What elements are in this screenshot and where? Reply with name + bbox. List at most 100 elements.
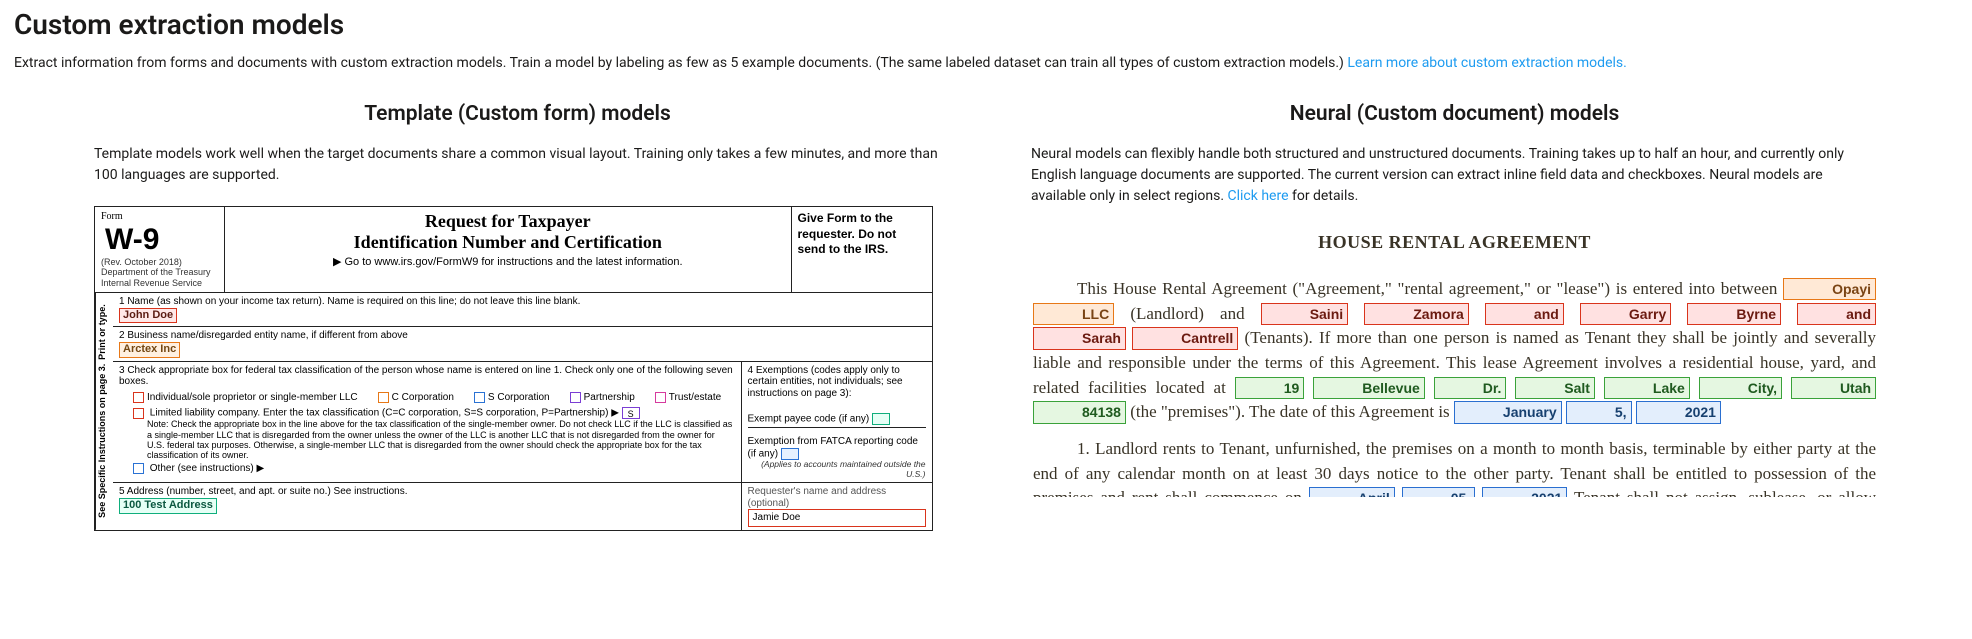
field-agreement-date: 2021 (1636, 401, 1721, 423)
lease-paragraph-2: 1. Landlord rents to Tenant, unfurnished… (1033, 437, 1876, 497)
field-address: 100 Test Address (119, 498, 217, 514)
w9-sidebar-text2: See Specific Instructions on page 3. (97, 364, 112, 518)
neural-desc-pre: Neural models can flexibly handle both s… (1031, 146, 1844, 204)
checkbox-icon (570, 392, 581, 403)
field-address: Salt (1515, 377, 1595, 399)
field-start-date: April (1309, 487, 1395, 497)
field-address: Lake (1604, 377, 1690, 399)
w9-row5: 5 Address (number, street, and apt. or s… (113, 483, 932, 530)
w9-row2-label: 2 Business name/disregarded entity name,… (119, 330, 926, 342)
page-title: Custom extraction models (14, 8, 1958, 41)
w9-checkbox-options: Individual/sole proprietor or single-mem… (133, 392, 735, 404)
w9-form-id: Form W-9 (Rev. October 2018) Department … (95, 207, 225, 292)
opt-llc-note: Note: Check the appropriate box in the l… (147, 419, 735, 460)
w9-row4-label: 4 Exemptions (codes apply only to certai… (748, 365, 926, 400)
checkbox-icon (133, 392, 144, 403)
lease-text: (the "premises"). The date of this Agree… (1130, 402, 1454, 421)
requester-label: Requester's name and address (optional) (748, 486, 926, 509)
form-revision: (Rev. October 2018) (101, 257, 218, 267)
click-here-link[interactable]: Click here (1228, 188, 1289, 204)
field-tenant: Garry (1580, 303, 1671, 325)
field-landlord: LLC (1033, 303, 1114, 325)
field-tenant-sep: and (1797, 303, 1876, 325)
field-tenant: Zamora (1364, 303, 1469, 325)
form-dept2: Internal Revenue Service (101, 278, 218, 288)
checkbox-icon (474, 392, 485, 403)
field-tenant: Saini (1261, 303, 1348, 325)
lease-paragraph-1: This House Rental Agreement ("Agreement,… (1033, 277, 1876, 425)
opt-other: Other (see instructions) ▶ (150, 463, 264, 474)
lease-heading: HOUSE RENTAL AGREEMENT (1033, 229, 1876, 255)
opt-partnership: Partnership (584, 392, 635, 403)
checkbox-icon (655, 392, 666, 403)
opt-llc: Limited liability company. Enter the tax… (150, 408, 619, 419)
w9-form-example: Form W-9 (Rev. October 2018) Department … (94, 206, 933, 531)
neural-models-column: Neural (Custom document) models Neural m… (1031, 102, 1878, 531)
form-label: Form (101, 211, 123, 222)
w9-main: 1 Name (as shown on your income tax retu… (113, 293, 932, 530)
field-landlord: Opayi (1783, 278, 1876, 300)
intro-paragraph: Extract information from forms and docum… (14, 53, 1958, 74)
field-start-date: 05, (1402, 487, 1475, 497)
field-address: Bellevue (1313, 377, 1425, 399)
checkbox-icon (133, 408, 144, 419)
field-address: Dr. (1434, 377, 1507, 399)
w9-goto: ▶ Go to www.irs.gov/FormW9 for instructi… (231, 256, 785, 269)
field-tenant-sep: and (1485, 303, 1564, 325)
w9-title: Request for Taxpayer Identification Numb… (225, 207, 792, 292)
field-tenant: Byrne (1687, 303, 1781, 325)
opt-ccorp: C Corporation (392, 392, 454, 403)
w9-body: See Specific Instructions on page 3. Pri… (95, 292, 932, 530)
field-address: 19 (1235, 377, 1305, 399)
field-address: City, (1699, 377, 1782, 399)
w9-row3-label: 3 Check appropriate box for federal tax … (119, 365, 735, 388)
w9-row3: 3 Check appropriate box for federal tax … (113, 362, 742, 483)
w9-row5-label: 5 Address (number, street, and apt. or s… (119, 486, 735, 498)
template-col-desc: Template models work well when the targe… (94, 144, 941, 186)
fatca-label: Exemption from FATCA reporting code (if … (748, 436, 918, 459)
field-llc-classification: S (622, 407, 640, 419)
field-fatca-code (781, 448, 799, 460)
checkbox-icon (378, 392, 389, 403)
template-models-column: Template (Custom form) models Template m… (94, 102, 941, 531)
lease-text: This House Rental Agreement ("Agreement,… (1077, 279, 1783, 298)
w9-title-line2: Identification Number and Certification (231, 232, 785, 253)
field-agreement-date: January (1454, 401, 1562, 423)
checkbox-icon (133, 463, 144, 474)
field-tenant: Cantrell (1132, 327, 1238, 349)
w9-row4: 4 Exemptions (codes apply only to certai… (742, 362, 932, 483)
form-number: W-9 (105, 223, 221, 258)
w9-give-instruction: Give Form to the requester. Do not send … (792, 207, 932, 292)
field-requester-name: Jamie Doe (748, 509, 926, 527)
neural-col-title: Neural (Custom document) models (1031, 102, 1878, 126)
lease-text: (Landlord) and (1130, 304, 1260, 323)
field-agreement-date: 5, (1566, 401, 1632, 423)
form-dept1: Department of the Treasury (101, 267, 218, 277)
w9-title-line1: Request for Taxpayer (231, 211, 785, 232)
opt-scorp: S Corporation (488, 392, 550, 403)
field-address: 84138 (1033, 401, 1126, 423)
fatca-note: (Applies to accounts maintained outside … (748, 460, 926, 480)
w9-row2: 2 Business name/disregarded entity name,… (113, 327, 932, 361)
exempt-payee-label: Exempt payee code (if any) (748, 414, 870, 425)
opt-individual: Individual/sole proprietor or single-mem… (147, 392, 358, 403)
field-address: Utah (1791, 377, 1876, 399)
intro-text: Extract information from forms and docum… (14, 55, 1347, 71)
w9-row3-4: 3 Check appropriate box for federal tax … (113, 362, 932, 484)
w9-row1-label: 1 Name (as shown on your income tax retu… (119, 296, 926, 308)
w9-sidebar-text1: Print or type. (97, 305, 112, 361)
field-business-name: Arctex Inc (119, 342, 180, 358)
neural-col-desc: Neural models can flexibly handle both s… (1031, 144, 1878, 207)
field-exempt-payee (872, 413, 890, 425)
lease-document-example: HOUSE RENTAL AGREEMENT This House Rental… (1031, 227, 1878, 497)
field-tenant: Sarah (1033, 327, 1126, 349)
w9-row1: 1 Name (as shown on your income tax retu… (113, 293, 932, 327)
w9-sidebar: See Specific Instructions on page 3. Pri… (95, 293, 113, 530)
learn-more-link[interactable]: Learn more about custom extraction model… (1347, 55, 1626, 71)
field-name: John Doe (119, 308, 177, 324)
w9-header: Form W-9 (Rev. October 2018) Department … (95, 207, 932, 292)
columns-container: Template (Custom form) models Template m… (14, 102, 1958, 531)
opt-trust: Trust/estate (669, 392, 721, 403)
neural-desc-post: for details. (1289, 188, 1359, 204)
field-start-date: 2021 (1482, 487, 1567, 497)
